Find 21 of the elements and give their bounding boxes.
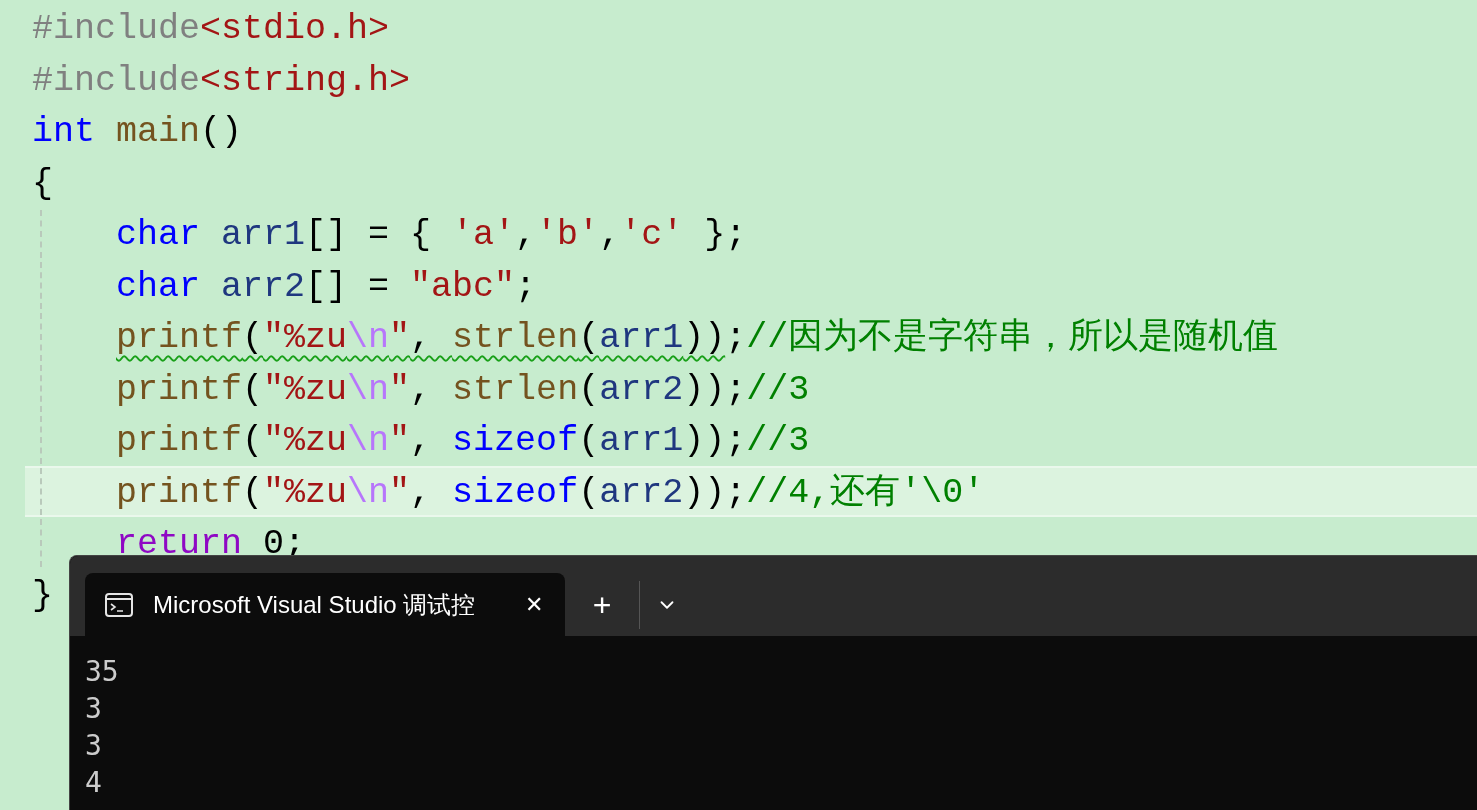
code-line: #include<string.h> [32, 60, 411, 101]
code-line: printf("%zu\n", strlen(arr2));//3 [116, 369, 810, 410]
close-tab-button[interactable]: ✕ [525, 593, 543, 616]
code-line: printf("%zu\n", sizeof(arr2));//4,还有'\0' [116, 472, 985, 513]
new-tab-button[interactable]: + [565, 588, 639, 621]
code-line: { [32, 163, 53, 204]
code-line: } [32, 575, 53, 616]
output-line: 3 [85, 691, 102, 727]
output-line: 3 [85, 728, 102, 764]
terminal-icon [105, 592, 133, 617]
tab-title: Microsoft Visual Studio 调试控 [153, 589, 477, 620]
code-line: int main() [32, 112, 243, 152]
code-line: return 0; [116, 524, 306, 564]
output-line: 35 [85, 654, 119, 690]
code-line: char arr1[] = { 'a','b','c' }; [116, 215, 747, 255]
output-line: 4 [85, 765, 102, 801]
terminal-tab[interactable]: Microsoft Visual Studio 调试控 ✕ [85, 573, 565, 636]
code-line: printf("%zu\n", strlen(arr1));//因为不是字符串，所以是随机值 [116, 318, 1279, 358]
code-line: #include<stdio.h> [32, 9, 390, 49]
code-line: printf("%zu\n", sizeof(arr1));//3 [116, 421, 810, 461]
code-line: char arr2[] = "abc"; [116, 266, 537, 307]
